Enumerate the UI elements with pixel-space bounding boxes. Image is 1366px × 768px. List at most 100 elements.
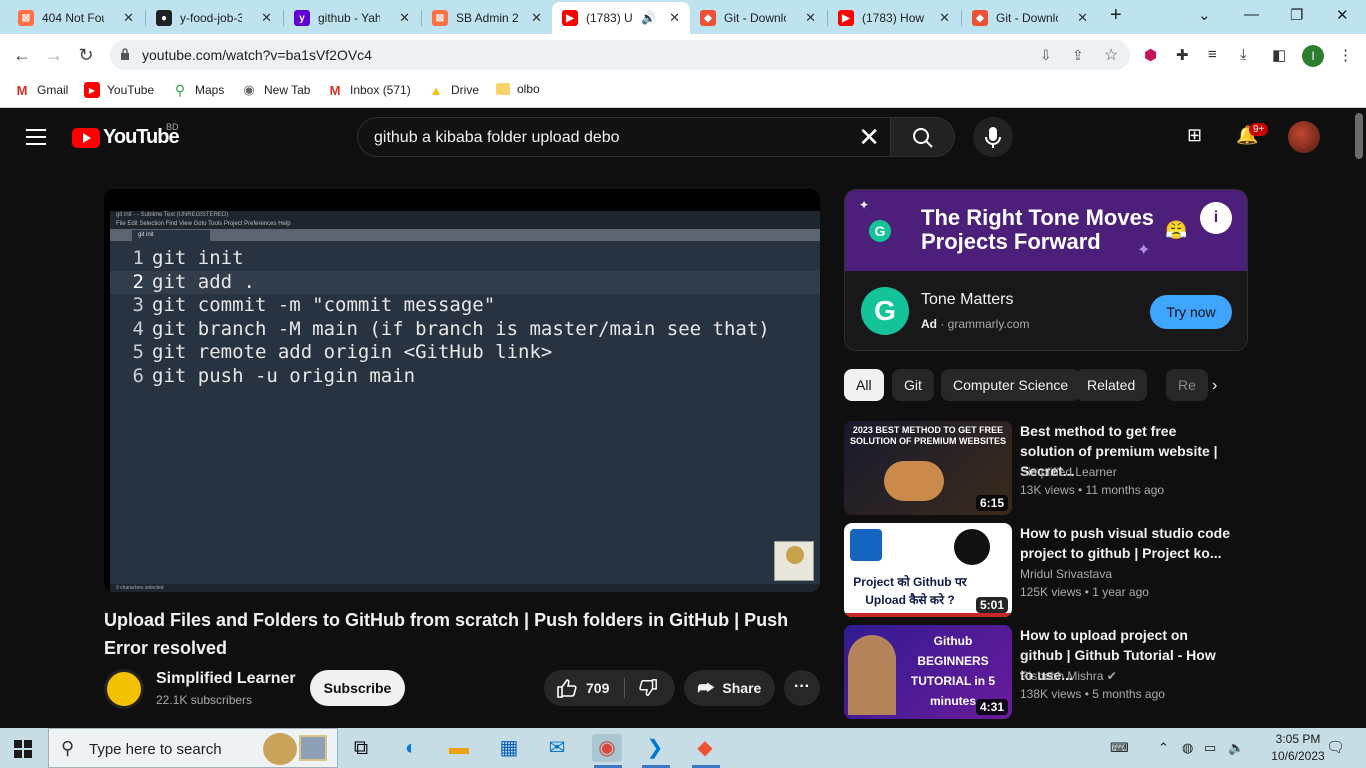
account-avatar[interactable] xyxy=(1288,121,1320,153)
back-icon[interactable]: ← xyxy=(10,43,34,67)
network-icon[interactable]: ▭ xyxy=(1204,740,1216,756)
chevron-right-icon[interactable]: › xyxy=(1212,377,1217,395)
volume-icon[interactable]: 🔈 xyxy=(1228,740,1244,756)
tab-close-icon[interactable]: ✕ xyxy=(805,10,816,26)
show-hidden-icons-icon[interactable]: ⌃ xyxy=(1158,740,1169,756)
youtube-logo[interactable]: YouTube xyxy=(72,126,180,149)
dislike-button[interactable] xyxy=(638,678,658,703)
browser-tab[interactable]: ⊠ SB Admin 2 - ✕ xyxy=(422,2,552,34)
page-scrollbar[interactable] xyxy=(1355,113,1363,159)
extensions-puzzle-icon[interactable]: ✚ xyxy=(1176,46,1189,64)
recommended-channel[interactable]: Simplified Learner xyxy=(1020,465,1117,479)
ad-info-icon[interactable]: i xyxy=(1200,202,1232,234)
media-control-icon[interactable]: ≡ xyxy=(1208,46,1217,63)
browser-tab[interactable]: y github - Yah ✕ xyxy=(284,2,420,34)
system-clock[interactable]: 3:05 PM 10/6/2023 xyxy=(1268,731,1328,765)
subscribe-button[interactable]: Subscribe xyxy=(310,670,405,706)
address-bar[interactable]: youtube.com/watch?v=ba1sVf2OVc4 ⇩ ⇪ ☆ xyxy=(110,40,1130,70)
channel-name[interactable]: Simplified Learner xyxy=(156,670,296,688)
hamburger-menu-icon[interactable] xyxy=(26,129,46,150)
side-panel-icon[interactable]: ◧ xyxy=(1272,46,1286,64)
browser-tab[interactable]: ⊠ 404 Not Fou ✕ xyxy=(8,2,144,34)
recommended-channel-row[interactable]: Rishabh Mishra ✔ xyxy=(1020,669,1117,683)
bookmark-maps[interactable]: ⚲ Maps xyxy=(172,82,224,98)
tab-close-icon[interactable]: ✕ xyxy=(123,10,134,26)
chrome-icon[interactable]: ◉ xyxy=(592,734,622,762)
share-page-icon[interactable]: ⇪ xyxy=(1072,47,1084,64)
tab-close-icon[interactable]: ✕ xyxy=(939,10,950,26)
downloads-icon[interactable]: ⤓ xyxy=(1240,46,1247,63)
edge-icon[interactable]: ◐ xyxy=(396,734,426,762)
bookmark-folder-olbo[interactable]: olbo xyxy=(496,82,540,96)
git-icon[interactable]: ◆ xyxy=(690,734,720,762)
reload-icon[interactable]: ↻ xyxy=(74,43,98,67)
tab-search-icon[interactable]: ⌄ xyxy=(1198,6,1211,24)
chip-computer-science[interactable]: Computer Science xyxy=(941,369,1081,401)
recommended-channel[interactable]: Rishabh Mishra xyxy=(1020,669,1103,683)
minimize-icon[interactable]: — xyxy=(1244,6,1259,23)
browser-tab[interactable]: ◆ Git - Downlo ✕ xyxy=(962,2,1098,34)
recommended-video[interactable]: Project को Github पर Upload कैसे करे ? 5… xyxy=(844,523,1244,617)
sponsored-ad[interactable]: G The Right Tone Moves Projects Forward … xyxy=(844,189,1248,351)
more-actions-button[interactable]: ··· xyxy=(784,670,820,706)
bookmark-star-icon[interactable]: ☆ xyxy=(1104,45,1118,65)
chip-all[interactable]: All xyxy=(844,369,884,401)
tab-close-icon[interactable]: ✕ xyxy=(399,10,410,26)
onedrive-icon[interactable]: ◍ xyxy=(1182,740,1193,756)
browser-tab[interactable]: ◆ Git - Downlo ✕ xyxy=(690,2,826,34)
file-explorer-icon[interactable]: ▬ xyxy=(444,734,474,762)
vscode-icon[interactable]: ❯ xyxy=(640,734,670,762)
mail-icon[interactable]: ✉ xyxy=(542,734,572,762)
speaker-icon[interactable]: 🔊 xyxy=(641,11,656,25)
like-button[interactable]: 709 xyxy=(556,678,609,698)
keyboard-icon[interactable]: ⌨ xyxy=(1110,740,1129,756)
video-thumbnail[interactable]: Github BEGINNERS TUTORIAL in 5 minutes 4… xyxy=(844,625,1012,719)
profile-avatar[interactable]: I xyxy=(1302,45,1324,67)
restore-icon[interactable]: ❐ xyxy=(1290,6,1303,24)
tab-close-icon[interactable]: ✕ xyxy=(261,10,272,26)
browser-tab-active[interactable]: ▶ (1783) U 🔊 ✕ xyxy=(552,2,690,34)
chip-git[interactable]: Git xyxy=(892,369,934,401)
search-button[interactable] xyxy=(891,117,955,157)
browser-tab[interactable]: ▶ (1783) How t ✕ xyxy=(828,2,960,34)
tab-close-icon[interactable]: ✕ xyxy=(1077,10,1088,26)
browser-tab[interactable]: ● y-food-job-3 ✕ xyxy=(146,2,282,34)
channel-avatar[interactable] xyxy=(104,669,144,709)
ad-banner[interactable]: G The Right Tone Moves Projects Forward … xyxy=(845,190,1247,271)
microsoft-store-icon[interactable]: ▦ xyxy=(494,734,524,762)
search-input[interactable]: github a kibaba folder upload debo ✕ xyxy=(357,117,891,157)
chrome-menu-icon[interactable]: ⋮ xyxy=(1338,46,1353,64)
new-tab-icon[interactable]: + xyxy=(1110,4,1122,27)
clear-search-icon[interactable]: ✕ xyxy=(858,122,880,153)
video-thumbnail[interactable]: Project को Github पर Upload कैसे करे ? 5… xyxy=(844,523,1012,617)
tab-close-icon[interactable]: ✕ xyxy=(531,10,542,26)
bookmark-inbox[interactable]: M Inbox (571) xyxy=(327,82,411,98)
extension-hex-icon[interactable]: ⬢ xyxy=(1144,46,1157,64)
window-close-icon[interactable]: ✕ xyxy=(1336,6,1349,24)
chip-related[interactable]: Related xyxy=(1075,369,1148,401)
forward-icon[interactable]: → xyxy=(42,43,66,67)
channel-watermark[interactable] xyxy=(774,541,814,581)
recommended-channel[interactable]: Mridul Srivastava xyxy=(1020,567,1112,581)
grammarly-logo-icon[interactable]: G xyxy=(861,287,909,335)
notification-center-icon[interactable]: 🗨 xyxy=(1326,738,1345,756)
tab-close-icon[interactable]: ✕ xyxy=(669,10,680,26)
bookmark-new-tab[interactable]: ◉ New Tab xyxy=(241,82,310,98)
bookmark-youtube[interactable]: ▶ YouTube xyxy=(84,82,154,98)
recommended-video[interactable]: Github BEGINNERS TUTORIAL in 5 minutes 4… xyxy=(844,625,1244,719)
video-player[interactable]: git init - - Sublime Text (UNREGISTERED)… xyxy=(104,189,820,592)
voice-search-button[interactable] xyxy=(973,117,1013,157)
ad-cta-button[interactable]: Try now xyxy=(1150,295,1232,329)
recommended-video[interactable]: 2023 BEST METHOD TO GET FREE SOLUTION OF… xyxy=(844,421,1244,515)
taskbar-search-box[interactable]: ⚲ Type here to search xyxy=(48,728,338,768)
chip-recently-uploaded[interactable]: Re xyxy=(1166,369,1208,401)
windows-start-icon[interactable] xyxy=(14,740,32,758)
install-icon[interactable]: ⇩ xyxy=(1040,47,1052,64)
bookmark-gmail[interactable]: M Gmail xyxy=(14,82,69,98)
share-button[interactable]: ⮫ Share xyxy=(684,670,775,706)
bookmark-drive[interactable]: ▲ Drive xyxy=(428,82,479,98)
create-video-icon[interactable]: ⊞ xyxy=(1187,125,1202,146)
video-thumbnail[interactable]: 2023 BEST METHOD TO GET FREE SOLUTION OF… xyxy=(844,421,1012,515)
task-view-icon[interactable]: ⧉ xyxy=(346,734,376,762)
search-highlight-icon xyxy=(263,733,297,765)
